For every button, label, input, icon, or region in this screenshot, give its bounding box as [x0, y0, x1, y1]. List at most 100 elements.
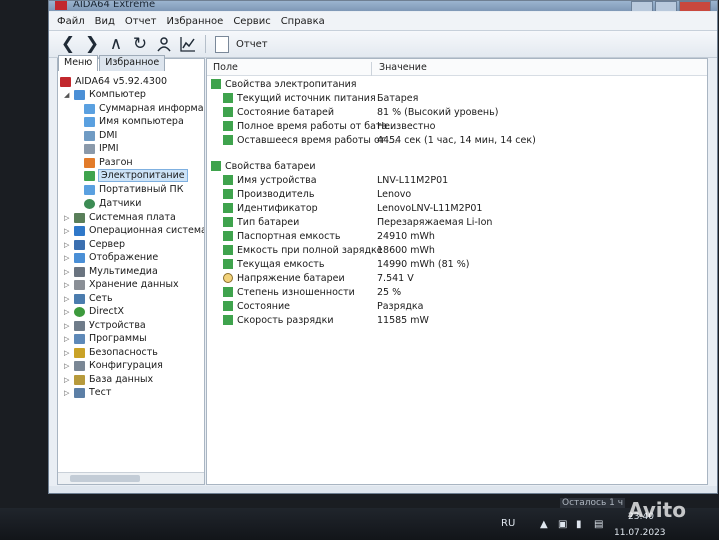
report-button[interactable]: Отчет	[236, 39, 268, 50]
expand-arrow-icon[interactable]: ▷	[64, 254, 72, 262]
tray-arrow-icon[interactable]: ▲	[540, 519, 550, 530]
column-divider[interactable]	[371, 62, 372, 76]
tree-item-display[interactable]: ▷ Отображение	[64, 251, 158, 264]
refresh-icon[interactable]: ↻	[129, 33, 151, 55]
maximize-button[interactable]	[655, 1, 677, 11]
expand-arrow-icon[interactable]: ▷	[64, 268, 72, 276]
navigation-pane: Меню Избранное AIDA64 v5.92.4300 ◢ Компь…	[57, 55, 205, 485]
up-arrow-icon[interactable]: ∧	[105, 33, 127, 55]
scrollbar-thumb[interactable]	[70, 475, 140, 482]
menu-service[interactable]: Сервис	[233, 16, 270, 27]
menu-view[interactable]: Вид	[95, 16, 115, 27]
battery-row[interactable]: Идентификатор	[223, 201, 318, 215]
expand-arrow-icon[interactable]: ▷	[64, 281, 72, 289]
expand-arrow-icon[interactable]: ▷	[64, 227, 72, 235]
battery-row[interactable]: Емкость при полной зарядке	[223, 243, 383, 257]
column-field[interactable]: Поле	[213, 62, 238, 73]
battery-value: Перезаряжаемая Li-Ion	[377, 217, 493, 228]
tree-item-root[interactable]: AIDA64 v5.92.4300	[60, 75, 167, 88]
tree-item-dmi[interactable]: DMI	[84, 129, 117, 142]
minimize-button[interactable]	[631, 1, 653, 11]
title-bar[interactable]: AIDA64 Extreme	[49, 1, 717, 11]
power-row[interactable]: Текущий источник питания	[223, 91, 376, 105]
tab-menu[interactable]: Меню	[58, 55, 99, 71]
column-value[interactable]: Значение	[379, 62, 427, 73]
menu-help[interactable]: Справка	[281, 16, 325, 27]
laptop-icon	[84, 184, 95, 195]
forward-arrow-icon[interactable]: ❯	[81, 33, 103, 55]
expand-arrow-icon[interactable]: ▷	[64, 322, 72, 330]
power-row[interactable]: Полное время работы от бата...	[223, 119, 396, 133]
computer-icon	[74, 89, 85, 100]
power-properties-header[interactable]: Свойства электропитания	[211, 77, 357, 91]
battery-row[interactable]: Напряжение батареи	[223, 271, 345, 285]
tree-item-sensors[interactable]: Датчики	[84, 197, 141, 210]
expand-arrow-icon[interactable]: ▷	[64, 295, 72, 303]
expand-arrow-icon[interactable]: ▷	[64, 214, 72, 222]
tree-item-security[interactable]: ▷ Безопасность	[64, 346, 158, 359]
tab-favorites[interactable]: Избранное	[99, 55, 166, 71]
back-arrow-icon[interactable]: ❮	[57, 33, 79, 55]
tree-item-power[interactable]: Электропитание	[84, 169, 188, 182]
tree-item-computer[interactable]: ◢ Компьютер	[64, 88, 146, 101]
power-plug-icon	[223, 231, 233, 241]
battery-row[interactable]: Скорость разрядки	[223, 313, 334, 327]
expand-arrow-icon[interactable]: ▷	[64, 335, 72, 343]
tree-item-network[interactable]: ▷ Сеть	[64, 292, 113, 305]
expand-arrow-icon[interactable]: ▷	[64, 376, 72, 384]
battery-row[interactable]: Текущая емкость	[223, 257, 324, 271]
expand-arrow-icon[interactable]: ▷	[64, 241, 72, 249]
expand-arrow-icon[interactable]: ▷	[64, 308, 72, 316]
battery-row[interactable]: Производитель	[223, 187, 314, 201]
tree-item-directx[interactable]: ▷ DirectX	[64, 305, 124, 318]
network-icon[interactable]: ▤	[594, 519, 604, 530]
user-icon[interactable]	[153, 33, 175, 55]
menu-report[interactable]: Отчет	[125, 16, 157, 27]
battery-row[interactable]: Тип батареи	[223, 215, 299, 229]
expand-arrow-icon[interactable]: ▷	[64, 362, 72, 370]
tree-item-overclock[interactable]: Разгон	[84, 156, 133, 169]
report-icon[interactable]	[215, 36, 229, 53]
expand-arrow-icon[interactable]: ▷	[64, 389, 72, 397]
battery-properties-header[interactable]: Свойства батареи	[211, 159, 316, 173]
battery-row[interactable]: Имя устройства	[223, 173, 317, 187]
power-row[interactable]: Оставшееся время работы от ...	[223, 133, 397, 147]
directx-icon	[74, 306, 85, 317]
menu-bar: Файл Вид Отчет Избранное Сервис Справка	[49, 12, 717, 31]
expand-arrow-icon[interactable]: ▷	[64, 349, 72, 357]
power-value: 4454 сек (1 час, 14 мин, 14 сек)	[377, 135, 536, 146]
language-indicator[interactable]: RU	[501, 518, 515, 529]
tree-item-motherboard[interactable]: ▷ Системная плата	[64, 211, 176, 224]
display-icon	[74, 252, 85, 263]
tree-item-server[interactable]: ▷ Сервер	[64, 238, 125, 251]
battery-icon[interactable]: ▮	[576, 519, 586, 530]
tree-item-ipmi[interactable]: IPMI	[84, 142, 119, 155]
aida64-icon	[60, 76, 71, 87]
battery-row[interactable]: Степень изношенности	[223, 285, 355, 299]
tree-item-programs[interactable]: ▷ Программы	[64, 332, 147, 345]
close-button[interactable]	[679, 1, 711, 11]
power-row[interactable]: Состояние батарей	[223, 105, 334, 119]
details-pane: Поле Значение Свойства электропитания Те…	[206, 58, 708, 485]
tree-item-test[interactable]: ▷ Тест	[64, 386, 111, 399]
tray-app-icon[interactable]: ▣	[558, 519, 568, 530]
tree-item-configuration[interactable]: ▷ Конфигурация	[64, 359, 163, 372]
menu-favorites[interactable]: Избранное	[167, 16, 224, 27]
tree-item-portable[interactable]: Портативный ПК	[84, 183, 183, 196]
aida64-window: AIDA64 Extreme Файл Вид Отчет Избранное …	[48, 0, 718, 494]
chart-icon[interactable]	[177, 33, 199, 55]
tree-item-storage[interactable]: ▷ Хранение данных	[64, 278, 179, 291]
clock-date[interactable]: 11.07.2023	[614, 528, 666, 538]
menu-file[interactable]: Файл	[57, 16, 85, 27]
tree-item-devices[interactable]: ▷ Устройства	[64, 319, 146, 332]
battery-row[interactable]: Паспортная емкость	[223, 229, 340, 243]
tree-item-multimedia[interactable]: ▷ Мультимедиа	[64, 265, 158, 278]
collapse-arrow-icon[interactable]: ◢	[64, 91, 72, 99]
horizontal-scrollbar[interactable]	[58, 472, 204, 484]
column-header: Поле Значение	[207, 59, 707, 76]
tree-item-os[interactable]: ▷ Операционная система	[64, 224, 204, 237]
tree-item-database[interactable]: ▷ База данных	[64, 373, 153, 386]
battery-row[interactable]: Состояние	[223, 299, 290, 313]
tree-item-summary[interactable]: Суммарная информация	[84, 102, 204, 115]
tree-item-computer-name[interactable]: Имя компьютера	[84, 115, 184, 128]
